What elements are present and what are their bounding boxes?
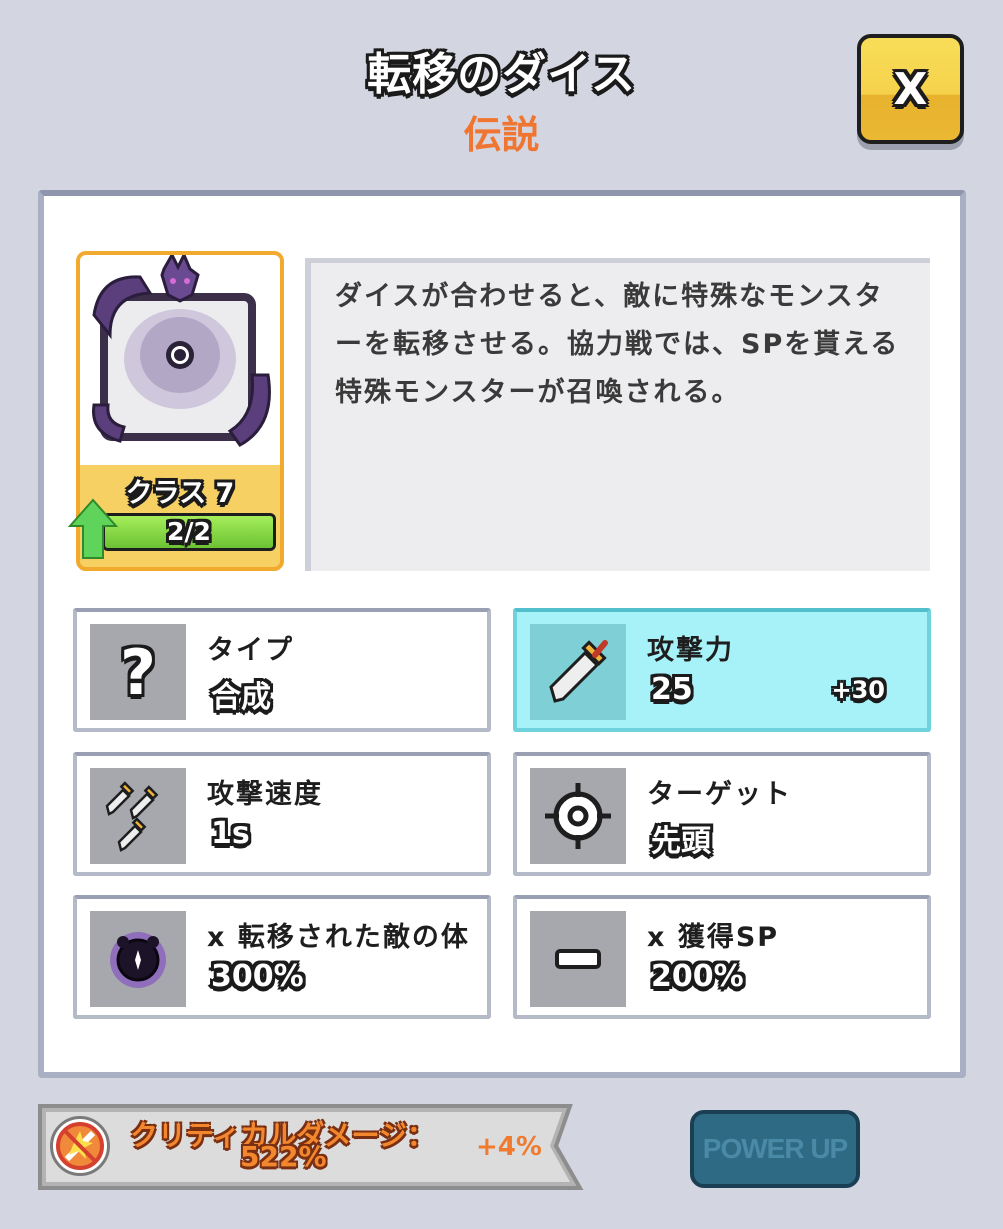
- rarity-label: 伝説: [463, 113, 540, 157]
- description-text: ダイスが合わせると、敵に特殊なモンスターを転移させる。協力戦では、SPを貰える特…: [305, 258, 930, 571]
- stat-enemy-hp: x 転移された敵の体力 300%: [73, 895, 491, 1019]
- stat-bonus: +30: [831, 676, 885, 704]
- up-arrow-icon: [68, 498, 118, 559]
- stat-value: 200%: [651, 959, 744, 994]
- sword-icon: [530, 624, 626, 720]
- crit-damage-bonus: +4%: [476, 1132, 542, 1162]
- stat-value: 25: [651, 672, 693, 707]
- stat-type: ? タイプ 合成: [73, 608, 491, 732]
- dice-art: [80, 255, 280, 465]
- stat-sp-gain: x 獲得SP 200%: [513, 895, 931, 1019]
- stat-value: 1s: [211, 816, 250, 851]
- stat-label: 攻撃力: [647, 635, 734, 666]
- stat-value: 先頭: [651, 824, 711, 859]
- crit-damage-value: 522%: [240, 1140, 327, 1173]
- stat-label: 攻撃速度: [207, 779, 323, 810]
- stat-label: ターゲット: [647, 779, 792, 810]
- crosshair-icon: [530, 768, 626, 864]
- crit-damage-icon: [50, 1116, 110, 1176]
- stat-label: x 獲得SP: [647, 922, 780, 953]
- stat-value: 300%: [211, 959, 304, 994]
- level-progress-bar: 2/2: [102, 513, 276, 551]
- stat-attack: 攻撃力 25 +30: [513, 608, 931, 732]
- close-button[interactable]: X: [857, 34, 964, 144]
- level-text: 2/2: [167, 517, 211, 546]
- minus-icon: [530, 911, 626, 1007]
- stat-target: ターゲット 先頭: [513, 752, 931, 876]
- close-icon: X: [893, 63, 928, 115]
- stat-attack-speed: 攻撃速度 1s: [73, 752, 491, 876]
- question-icon: ?: [90, 624, 186, 720]
- triple-sword-icon: [90, 768, 186, 864]
- page-title: 転移のダイス: [367, 49, 636, 100]
- power-up-button[interactable]: POWER UP: [690, 1110, 860, 1188]
- dark-orb-icon: [90, 911, 186, 1007]
- stat-label: タイプ: [207, 635, 294, 666]
- stat-value: 合成: [211, 680, 271, 715]
